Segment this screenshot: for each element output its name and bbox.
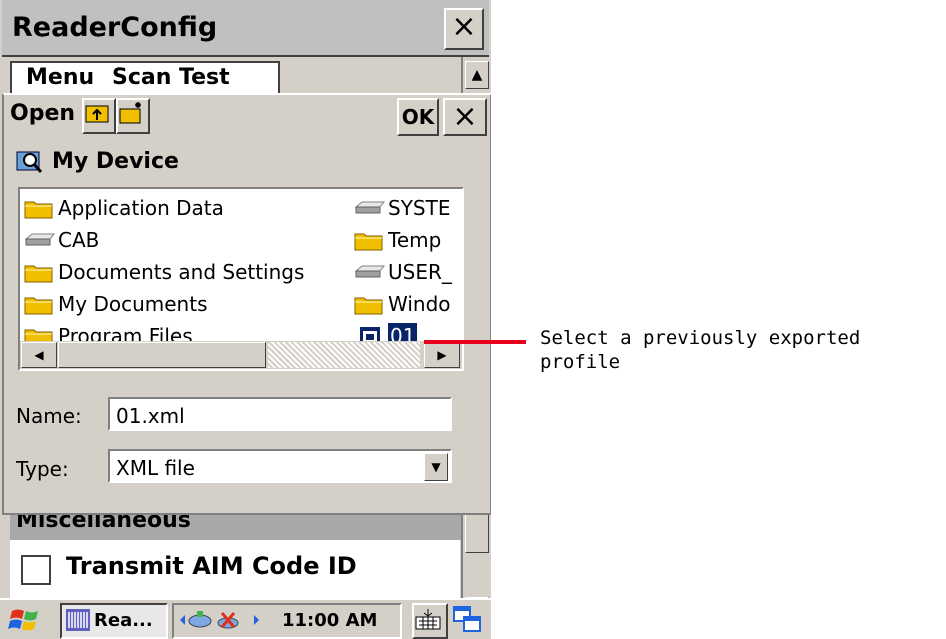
file-item-label: My Documents bbox=[58, 292, 208, 316]
up-folder-icon bbox=[85, 105, 109, 123]
open-dialog: Open OK × My Device Application Data CAB… bbox=[2, 93, 491, 515]
location-label: My Device bbox=[52, 149, 179, 174]
system-tray: 11:00 AM bbox=[172, 603, 402, 639]
drive-icon bbox=[354, 265, 386, 278]
drive-icon bbox=[354, 201, 386, 214]
new-folder-button[interactable] bbox=[116, 98, 150, 134]
file-item-label: Documents and Settings bbox=[58, 260, 305, 284]
start-button[interactable] bbox=[8, 605, 44, 635]
taskbar-app-label: Rea... bbox=[94, 610, 153, 631]
chevron-down-icon[interactable]: ▼ bbox=[424, 453, 448, 481]
type-label: Type: bbox=[16, 457, 69, 481]
folder-icon bbox=[354, 297, 383, 315]
file-item-label: Application Data bbox=[58, 196, 224, 220]
transmit-aim-checkbox[interactable] bbox=[21, 555, 51, 585]
window-close-button[interactable]: × bbox=[444, 8, 484, 50]
title-bar: ReaderConfig × bbox=[2, 0, 489, 57]
transmit-aim-label: Transmit AIM Code ID bbox=[66, 552, 357, 580]
file-list[interactable]: Application Data CAB Documents and Setting… bbox=[18, 187, 464, 371]
device-screen: ReaderConfig × Menu Scan Test ▲ ▼ Miscel… bbox=[0, 0, 491, 639]
folder-icon bbox=[24, 201, 53, 219]
scroll-left-button[interactable]: ◀ bbox=[21, 342, 57, 368]
switch-windows-icon[interactable] bbox=[452, 605, 484, 635]
dialog-close-button[interactable]: × bbox=[443, 98, 487, 136]
menu-item-menu[interactable]: Menu bbox=[26, 65, 94, 90]
new-folder-icon bbox=[119, 102, 141, 124]
connectivity-icon[interactable] bbox=[178, 607, 264, 633]
scroll-up-button[interactable]: ▲ bbox=[465, 61, 489, 89]
scroll-right-button[interactable]: ▶ bbox=[424, 342, 460, 368]
type-select-value: XML file bbox=[116, 456, 195, 480]
file-item-label: CAB bbox=[58, 228, 100, 252]
app-icon bbox=[66, 609, 90, 631]
window-title: ReaderConfig bbox=[12, 12, 218, 43]
file-item-label: USER_ bbox=[388, 260, 452, 284]
file-item-label: SYSTE bbox=[388, 196, 451, 220]
hscroll-track[interactable] bbox=[268, 342, 420, 368]
keyboard-icon[interactable] bbox=[412, 603, 448, 639]
callout-text: Select a previously exported profile bbox=[540, 327, 861, 373]
taskbar-app-button[interactable]: Rea... bbox=[60, 603, 168, 639]
drive-icon bbox=[24, 233, 56, 246]
clock[interactable]: 11:00 AM bbox=[282, 610, 377, 631]
name-input[interactable]: 01.xml bbox=[108, 397, 452, 431]
file-list-hscrollbar[interactable]: ◀ ▶ bbox=[20, 341, 462, 369]
hscroll-thumb[interactable] bbox=[58, 342, 266, 368]
type-select[interactable]: XML file ▼ bbox=[108, 449, 452, 483]
keyboard-glyph bbox=[415, 609, 441, 630]
taskbar: Rea... 11:00 AM bbox=[0, 598, 491, 639]
ok-button[interactable]: OK bbox=[397, 98, 439, 136]
folder-icon bbox=[354, 233, 383, 251]
menu-item-scan-test[interactable]: Scan Test bbox=[112, 65, 230, 90]
file-item-label: Temp bbox=[388, 228, 442, 252]
file-item-label: Windo bbox=[388, 292, 451, 316]
up-folder-button[interactable] bbox=[82, 98, 116, 134]
folder-icon bbox=[24, 297, 53, 315]
dialog-title: Open bbox=[10, 101, 76, 126]
name-label: Name: bbox=[16, 404, 82, 428]
my-device-icon bbox=[16, 151, 43, 173]
folder-icon bbox=[24, 265, 53, 283]
callout-line bbox=[424, 340, 526, 344]
